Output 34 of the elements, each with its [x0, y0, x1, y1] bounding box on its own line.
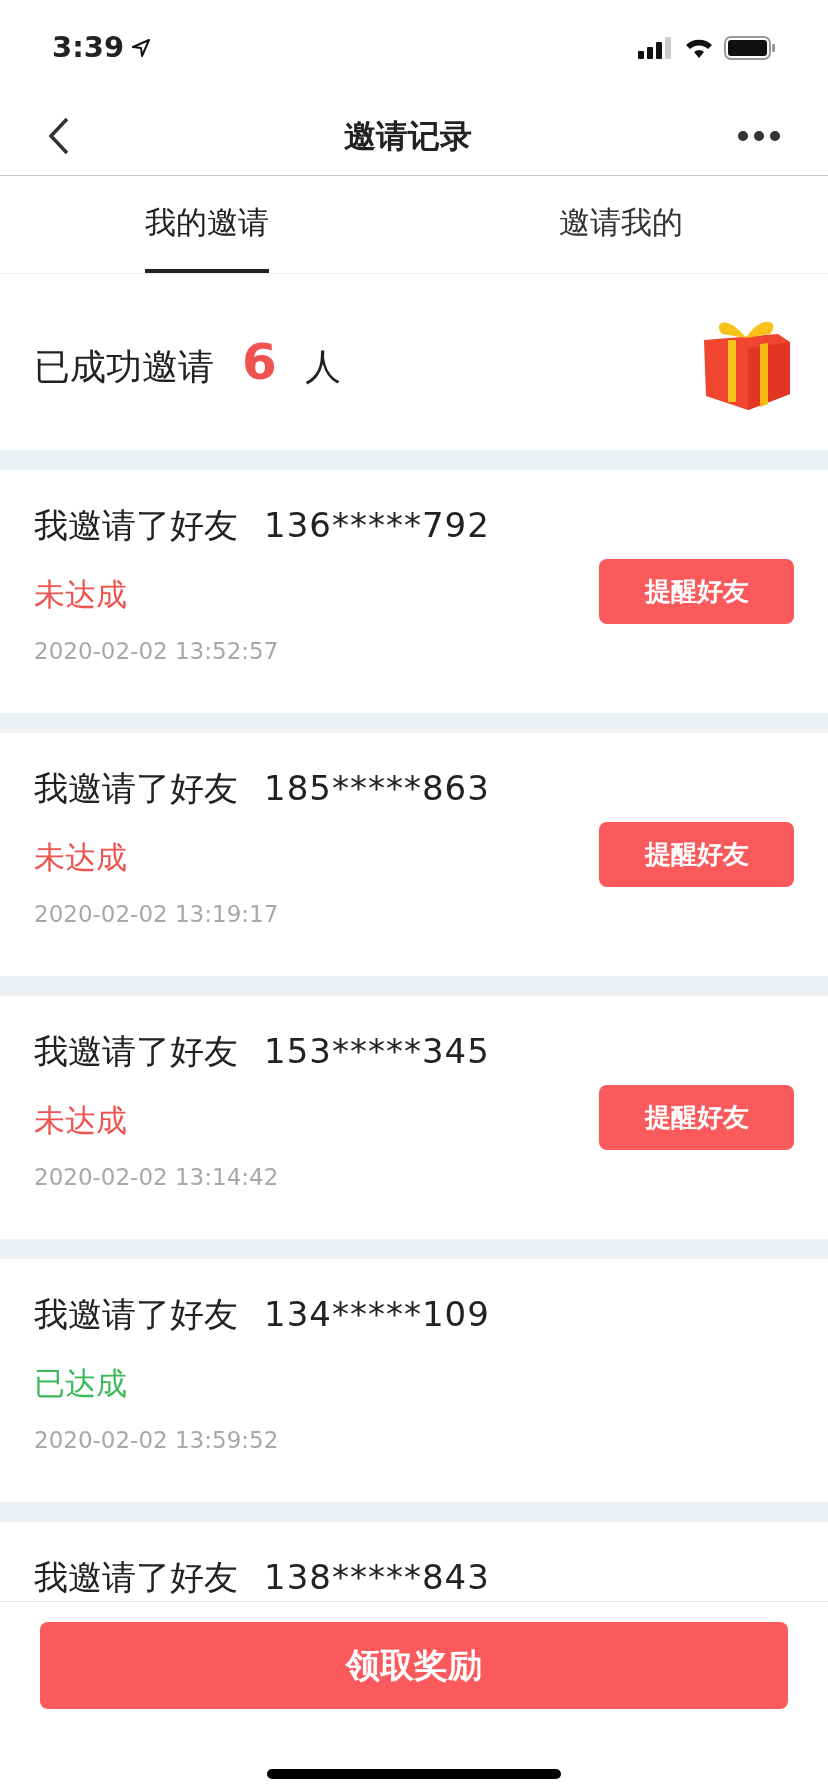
phone-number: 136*****792: [264, 504, 490, 547]
phone-number: 134*****109: [264, 1293, 490, 1336]
invite-time: 2020-02-02 13:52:57: [34, 636, 280, 666]
invite-status: 未达成: [34, 1101, 128, 1140]
summary-label: 已成功邀请: [34, 344, 214, 389]
invite-status: 已达成: [34, 1364, 128, 1403]
tab[interactable]: 我的邀请: [145, 176, 269, 273]
invite-time: 2020-02-02 13:14:42: [34, 1162, 280, 1192]
battery-icon: [724, 36, 776, 60]
invite-status: 未达成: [34, 838, 128, 877]
invite-count: 6: [242, 331, 277, 393]
claim-reward-button[interactable]: 领取奖励: [40, 1622, 788, 1709]
wifi-icon: [684, 37, 714, 59]
invite-time: 2020-02-02 13:59:52: [34, 1425, 280, 1455]
summary-unit: 人: [304, 344, 341, 389]
phone-number: 138*****843: [264, 1556, 490, 1599]
location-arrow-icon: [132, 39, 151, 57]
remind-button[interactable]: 提醒好友: [599, 1085, 794, 1150]
remind-button[interactable]: 提醒好友: [599, 822, 794, 887]
tab[interactable]: 邀请我的: [559, 176, 683, 273]
invite-text: 我邀请了好友: [34, 504, 238, 547]
invite-text: 我邀请了好友: [34, 1293, 238, 1336]
remind-button[interactable]: 提醒好友: [599, 559, 794, 624]
page-title: 邀请记录: [344, 115, 472, 157]
signal-icon: [638, 37, 674, 59]
phone-number: 153*****345: [264, 1030, 490, 1073]
invite-text: 我邀请了好友: [34, 1556, 238, 1599]
invite-time: 2020-02-02 13:19:17: [34, 899, 280, 929]
phone-number: 185*****863: [264, 767, 490, 810]
invite-status: 未达成: [34, 575, 128, 614]
more-icon[interactable]: [738, 129, 780, 142]
invite-text: 我邀请了好友: [34, 767, 238, 810]
status-time: 3:39: [52, 29, 125, 67]
invite-text: 我邀请了好友: [34, 1030, 238, 1073]
